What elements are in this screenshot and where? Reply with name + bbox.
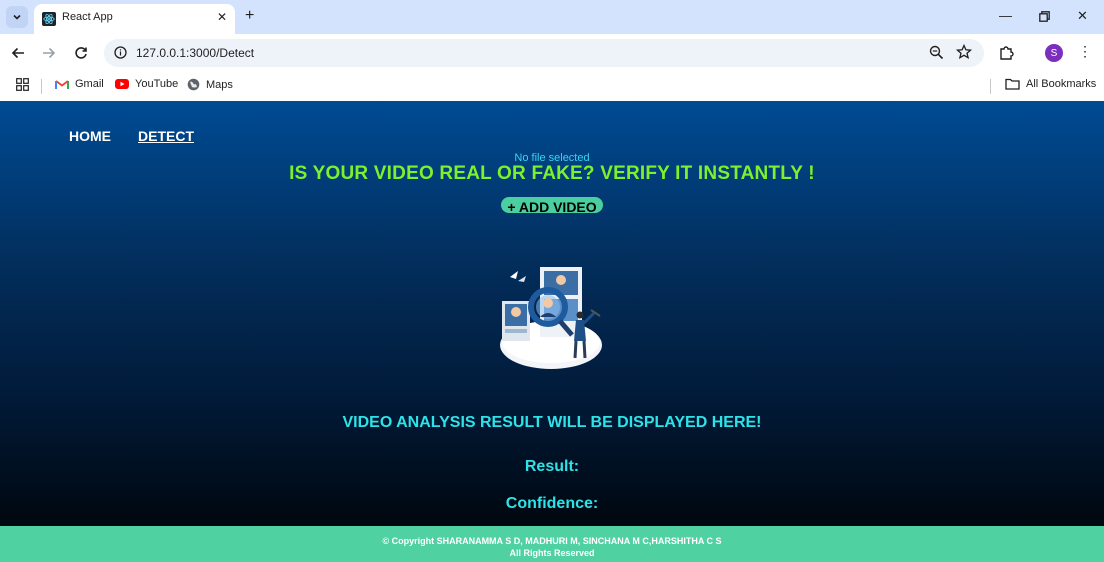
result-label: Result: [524, 458, 580, 475]
new-tab-icon[interactable]: + [245, 8, 254, 24]
close-tab-icon[interactable]: ✕ [217, 10, 227, 24]
tab-strip: React App ✕ + — ✕ [0, 0, 1104, 34]
gmail-icon [55, 79, 69, 89]
minimize-icon[interactable]: — [999, 8, 1012, 24]
reload-icon [75, 47, 87, 59]
bookmark-separator [41, 79, 42, 94]
folder-icon [1005, 78, 1020, 90]
profile-avatar[interactable]: S [1045, 44, 1063, 62]
add-video-label: + ADD VIDEO [507, 199, 597, 213]
tab-title: React App [62, 11, 113, 23]
bookmark-youtube[interactable]: YouTube [115, 78, 178, 90]
tab-search-button[interactable] [6, 6, 28, 28]
bookmark-gmail[interactable]: Gmail [55, 78, 104, 90]
back-button[interactable] [8, 43, 28, 63]
bookmark-label: YouTube [135, 78, 179, 90]
bookmark-separator [990, 79, 991, 94]
forward-button[interactable] [39, 43, 59, 63]
all-bookmarks-button[interactable]: All Bookmarks [1005, 78, 1096, 90]
app-page: HOME DETECT No file selected IS YOUR VID… [0, 101, 1104, 526]
result-heading: VIDEO ANALYSIS RESULT WILL BE DISPLAYED … [342, 414, 762, 431]
arrow-left-icon [11, 47, 24, 59]
globe-icon [187, 78, 200, 91]
address-bar[interactable]: 127.0.0.1:3000/Detect [104, 39, 984, 67]
zoom-icon[interactable] [929, 45, 944, 60]
url-text: 127.0.0.1:3000/Detect [136, 46, 255, 60]
nav-home-link[interactable]: HOME [69, 128, 111, 144]
video-inspection-illustration [500, 267, 602, 369]
react-icon [42, 12, 56, 26]
close-window-icon[interactable]: ✕ [1077, 8, 1088, 24]
restore-icon[interactable] [1039, 11, 1050, 22]
bookmark-label: Gmail [75, 78, 104, 90]
page-headline: IS YOUR VIDEO REAL OR FAKE? VERIFY IT IN… [289, 163, 815, 184]
add-video-button[interactable]: + ADD VIDEO [501, 197, 603, 213]
kebab-menu-icon[interactable]: ⋮ [1078, 44, 1092, 58]
all-bookmarks-label: All Bookmarks [1026, 78, 1097, 90]
youtube-icon [115, 79, 129, 89]
footer-rights: All Rights Reserved [509, 548, 595, 558]
extensions-icon[interactable] [998, 43, 1016, 61]
page-footer: © Copyright SHARANAMMA S D, MADHURI M, S… [0, 526, 1104, 562]
bookmark-star-icon[interactable] [956, 44, 972, 60]
chevron-down-icon [13, 14, 21, 20]
nav-detect-link[interactable]: DETECT [138, 128, 194, 144]
site-info-icon[interactable] [114, 46, 127, 59]
bookmarks-bar: Gmail YouTube Maps All Bookmarks [0, 72, 1104, 102]
bookmark-label: Maps [206, 78, 233, 91]
reload-button[interactable] [71, 43, 91, 63]
browser-tab[interactable]: React App ✕ [34, 4, 235, 34]
browser-toolbar: 127.0.0.1:3000/Detect S ⋮ [0, 34, 1104, 72]
footer-copyright: © Copyright SHARANAMMA S D, MADHURI M, S… [382, 536, 722, 546]
confidence-label: Confidence: [505, 495, 599, 512]
arrow-right-icon [43, 47, 56, 59]
apps-grid-icon[interactable] [16, 78, 29, 91]
bookmark-maps[interactable]: Maps [187, 78, 233, 91]
